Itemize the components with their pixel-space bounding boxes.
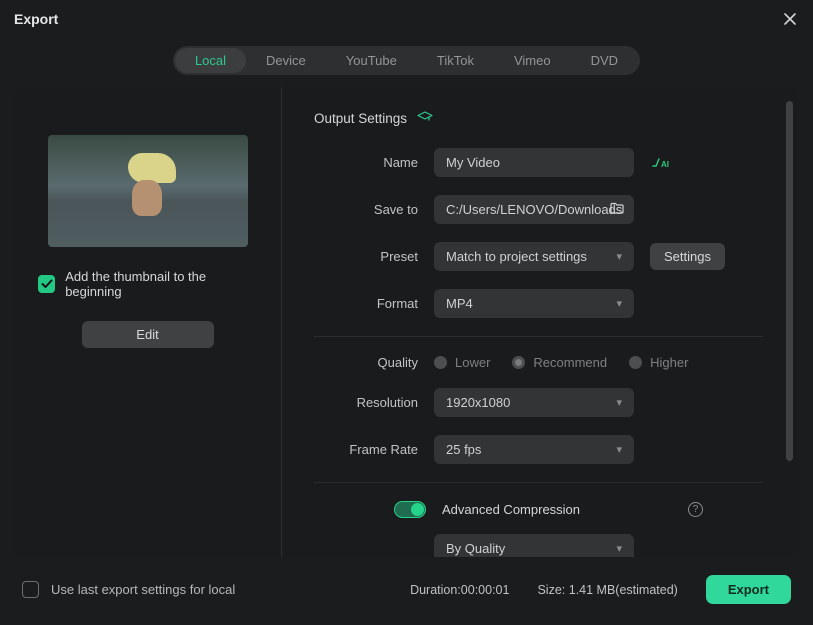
divider <box>314 336 763 337</box>
folder-icon[interactable] <box>610 202 624 217</box>
output-settings-header: Output Settings <box>314 111 407 126</box>
format-select[interactable]: MP4 ▾ <box>434 289 634 318</box>
preset-settings-button[interactable]: Settings <box>650 243 725 270</box>
tab-device[interactable]: Device <box>246 48 326 73</box>
quality-lower-radio[interactable]: Lower <box>434 355 490 370</box>
tab-vimeo[interactable]: Vimeo <box>494 48 571 73</box>
help-icon[interactable]: ? <box>688 502 703 517</box>
preset-select[interactable]: Match to project settings ▾ <box>434 242 634 271</box>
use-last-settings-label: Use last export settings for local <box>51 582 235 597</box>
preset-value: Match to project settings <box>446 249 587 264</box>
add-thumbnail-checkbox[interactable] <box>38 275 55 293</box>
resolution-label: Resolution <box>314 395 434 410</box>
export-tabs: Local Device YouTube TikTok Vimeo DVD <box>173 46 640 75</box>
quality-higher-radio[interactable]: Higher <box>629 355 688 370</box>
close-icon[interactable] <box>781 10 799 28</box>
divider <box>314 482 763 483</box>
tab-local[interactable]: Local <box>175 48 246 73</box>
ai-icon[interactable]: AI <box>652 156 672 170</box>
education-icon <box>417 111 433 126</box>
tab-dvd[interactable]: DVD <box>571 48 638 73</box>
name-input[interactable] <box>434 148 634 177</box>
duration-info: Duration:00:00:01 <box>410 583 509 597</box>
resolution-value: 1920x1080 <box>446 395 510 410</box>
advanced-compression-label: Advanced Compression <box>442 502 580 517</box>
thumbnail-preview[interactable] <box>48 135 248 247</box>
svg-text:AI: AI <box>661 160 669 169</box>
compression-mode-value: By Quality <box>446 541 505 556</box>
compression-mode-select[interactable]: By Quality ▾ <box>434 534 634 557</box>
chevron-down-icon: ▾ <box>616 542 622 555</box>
chevron-down-icon: ▾ <box>616 396 622 409</box>
saveto-label: Save to <box>314 202 434 217</box>
saveto-input[interactable]: C:/Users/LENOVO/Downloads <box>434 195 634 224</box>
window-title: Export <box>14 11 58 27</box>
scrollbar[interactable] <box>786 101 793 461</box>
framerate-select[interactable]: 25 fps ▾ <box>434 435 634 464</box>
export-button[interactable]: Export <box>706 575 791 604</box>
chevron-down-icon: ▾ <box>616 297 622 310</box>
name-label: Name <box>314 155 434 170</box>
quality-recommend-radio[interactable]: Recommend <box>512 355 607 370</box>
tab-tiktok[interactable]: TikTok <box>417 48 494 73</box>
edit-button[interactable]: Edit <box>82 321 214 348</box>
size-info: Size: 1.41 MB(estimated) <box>537 583 677 597</box>
tab-youtube[interactable]: YouTube <box>326 48 417 73</box>
use-last-settings-checkbox[interactable] <box>22 581 39 598</box>
framerate-value: 25 fps <box>446 442 481 457</box>
preset-label: Preset <box>314 249 434 264</box>
quality-label: Quality <box>314 355 434 370</box>
format-value: MP4 <box>446 296 473 311</box>
advanced-compression-toggle[interactable] <box>394 501 426 518</box>
add-thumbnail-label: Add the thumbnail to the beginning <box>65 269 257 299</box>
chevron-down-icon: ▾ <box>616 443 622 456</box>
resolution-select[interactable]: 1920x1080 ▾ <box>434 388 634 417</box>
framerate-label: Frame Rate <box>314 442 434 457</box>
format-label: Format <box>314 296 434 311</box>
chevron-down-icon: ▾ <box>616 250 622 263</box>
